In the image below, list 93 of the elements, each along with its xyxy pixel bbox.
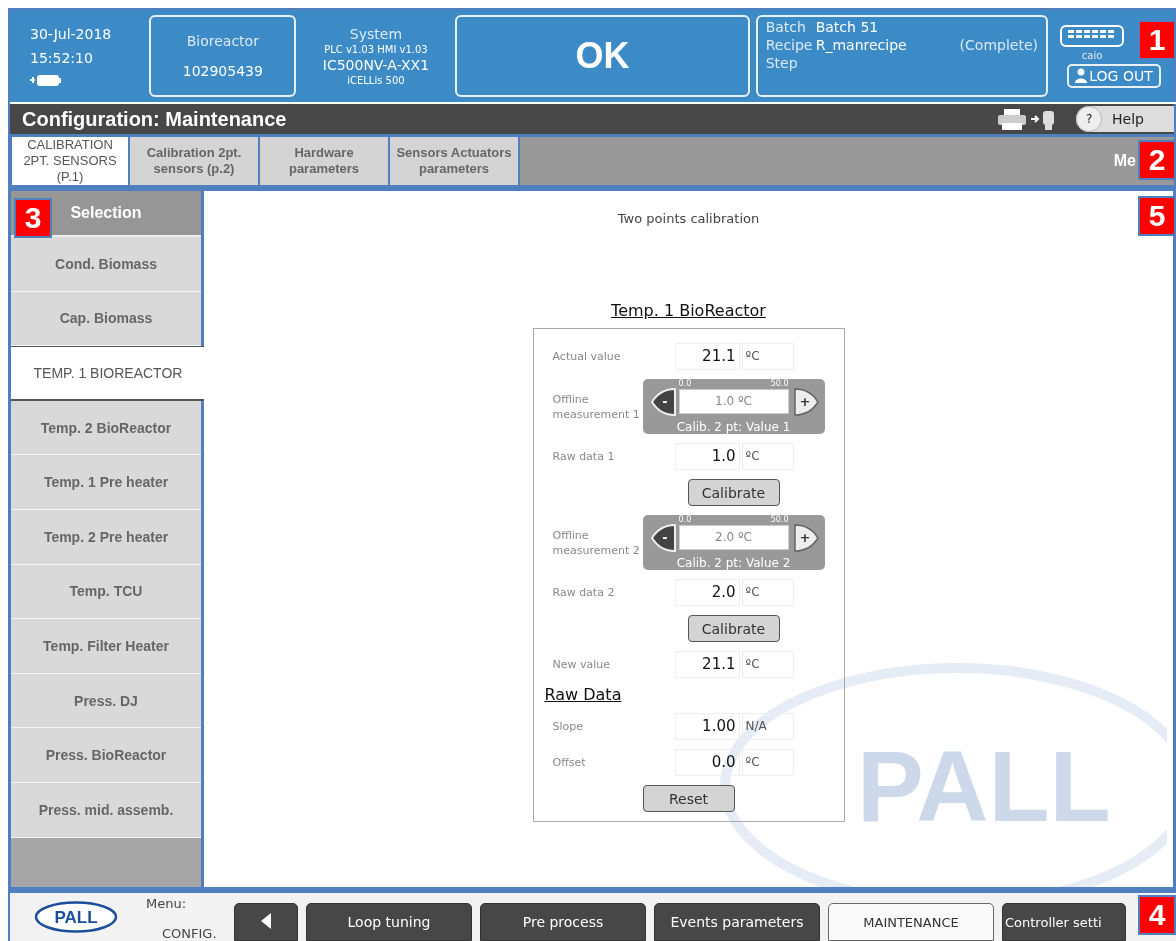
bioreactor-id: 102905439 [182, 63, 263, 79]
field-label: Offset [552, 756, 587, 769]
unit-display: N/A [741, 713, 794, 740]
spinner-value-field[interactable]: 1.0 ºC [678, 389, 789, 414]
page-title: Configuration: Maintenance [22, 107, 288, 131]
increment-button[interactable]: + [793, 524, 820, 552]
sensor-list-item[interactable]: Cond. Biomass [11, 237, 201, 292]
model-text: IC500NV-A-XX1 [322, 57, 430, 73]
status-display: OK [455, 15, 750, 97]
callout-number: 2 [1138, 140, 1176, 180]
batch-field-label: Batch [765, 19, 807, 37]
value-display: 1.0 [674, 443, 740, 470]
sensor-list-item[interactable]: Temp. Filter Heater [11, 619, 201, 674]
menu-button[interactable]: Loop tuning [306, 903, 472, 941]
menu-label: Me [1113, 152, 1136, 170]
field-label: Offline measurement 2 [552, 527, 641, 558]
field-label: Raw data 1 [552, 450, 616, 463]
menu-button[interactable]: Events parameters [654, 903, 820, 941]
spinner-value-field[interactable]: 2.0 ºC [678, 525, 789, 550]
increment-button[interactable]: + [793, 388, 820, 416]
logout-button[interactable]: LOG OUT [1067, 63, 1161, 88]
sensor-list-item[interactable]: Cap. Biomass [11, 291, 201, 347]
sensor-list-item[interactable]: Press. BioReactor [11, 728, 201, 783]
user-icon [1075, 68, 1088, 83]
reset-button[interactable]: Reset [642, 785, 735, 812]
panel-title: Temp. 1 BioReactor [611, 301, 766, 320]
sensor-list-item[interactable]: Temp. TCU [11, 564, 201, 620]
unit-display: ºC [741, 651, 794, 678]
batch-field-value: R_manrecipe [815, 37, 908, 55]
value-spinner[interactable]: 0.0 50.0 - 2.0 ºC + Calib. 2 pt: Value 2 [642, 515, 825, 570]
unit-display: ºC [741, 443, 794, 470]
date-text: 30-Jul-2018 [30, 25, 113, 42]
decrement-button[interactable]: - [649, 524, 676, 552]
spinner-caption: Calib. 2 pt: Value 1 [676, 420, 791, 434]
tab[interactable]: Calibration 2pt. sensors (p.2) [130, 137, 258, 185]
tab[interactable]: Sensors Actuators parameters [390, 137, 518, 185]
menu-button[interactable]: MAINTENANCE [828, 903, 994, 941]
value-display: 2.0 [674, 579, 740, 606]
max-value: 50.0 [770, 379, 789, 388]
sensor-list-item[interactable]: TEMP. 1 BIOREACTOR [11, 346, 207, 401]
sensor-list-item[interactable]: Temp. 2 BioReactor [11, 400, 201, 456]
menu-button[interactable]: Pre process [480, 903, 646, 941]
batch-field-label: Step [765, 55, 799, 73]
calibrate-button[interactable]: Calibrate [687, 615, 780, 642]
field-label: New value [552, 658, 612, 671]
sensor-list-item[interactable]: Temp. 2 Pre heater [11, 509, 201, 565]
unit-display: ºC [741, 749, 794, 776]
min-value: 0.0 [678, 515, 692, 524]
print-to-usb-icon[interactable] [998, 108, 1055, 130]
spinner-caption: Calib. 2 pt: Value 2 [676, 556, 791, 570]
unit-display: ºC [741, 343, 794, 370]
back-button[interactable] [234, 903, 298, 941]
menu-value: CONFIG. [161, 926, 218, 941]
unit-display: ºC [741, 579, 794, 606]
system-label: System [349, 26, 403, 42]
max-value: 50.0 [770, 515, 789, 524]
keyboard-icon[interactable] [1060, 24, 1124, 47]
value-spinner[interactable]: 0.0 50.0 - 1.0 ºC + Calib. 2 pt: Value 1 [642, 379, 825, 434]
version-text: PLC v1.03 HMI v1.03 [324, 44, 428, 55]
section-heading: Raw Data [543, 685, 623, 704]
decrement-button[interactable]: - [649, 388, 676, 416]
field-label: Offline measurement 1 [552, 391, 641, 422]
menu-button[interactable]: Controller setti [1002, 903, 1126, 941]
left-arrow-icon [261, 912, 271, 929]
batch-field-value: Batch 51 [815, 19, 880, 37]
tab[interactable]: Hardware parameters [260, 137, 388, 185]
menu-label: Menu: [146, 896, 188, 911]
bioreactor-label: Bioreactor [186, 33, 259, 49]
product-text: iCELLis 500 [347, 75, 405, 86]
sensor-list-item[interactable]: Press. DJ [11, 673, 201, 729]
calibrate-button[interactable]: Calibrate [687, 479, 780, 506]
value-display: 0.0 [674, 749, 740, 776]
field-label: Slope [552, 720, 585, 733]
field-label: Actual value [552, 350, 622, 363]
sensor-list-item[interactable]: Temp. 1 Pre heater [11, 455, 201, 510]
sensor-list-item[interactable]: Press. mid. assemb. [11, 782, 201, 838]
help-button[interactable]: ? Help [1076, 106, 1174, 132]
user-name: caio [1081, 49, 1103, 61]
value-display: 1.00 [674, 713, 740, 740]
value-display: 21.1 [674, 343, 740, 370]
min-value: 0.0 [678, 379, 692, 388]
section-caption: Two points calibration [617, 211, 760, 226]
value-display: 21.1 [674, 651, 740, 678]
batch-status-text: (Complete) [959, 37, 1038, 55]
logo-text: PALL [54, 908, 98, 927]
tab[interactable]: CALIBRATION 2PT. SENSORS (P.1) [12, 137, 128, 185]
power-plug-battery-icon [30, 73, 62, 87]
time-text: 15:52:10 [30, 49, 94, 66]
field-label: Raw data 2 [552, 586, 616, 599]
callout-number: 1 [1138, 20, 1176, 60]
callout-number: 5 [1138, 196, 1176, 236]
callout-number: 3 [14, 198, 52, 238]
callout-number: 4 [1138, 895, 1176, 935]
